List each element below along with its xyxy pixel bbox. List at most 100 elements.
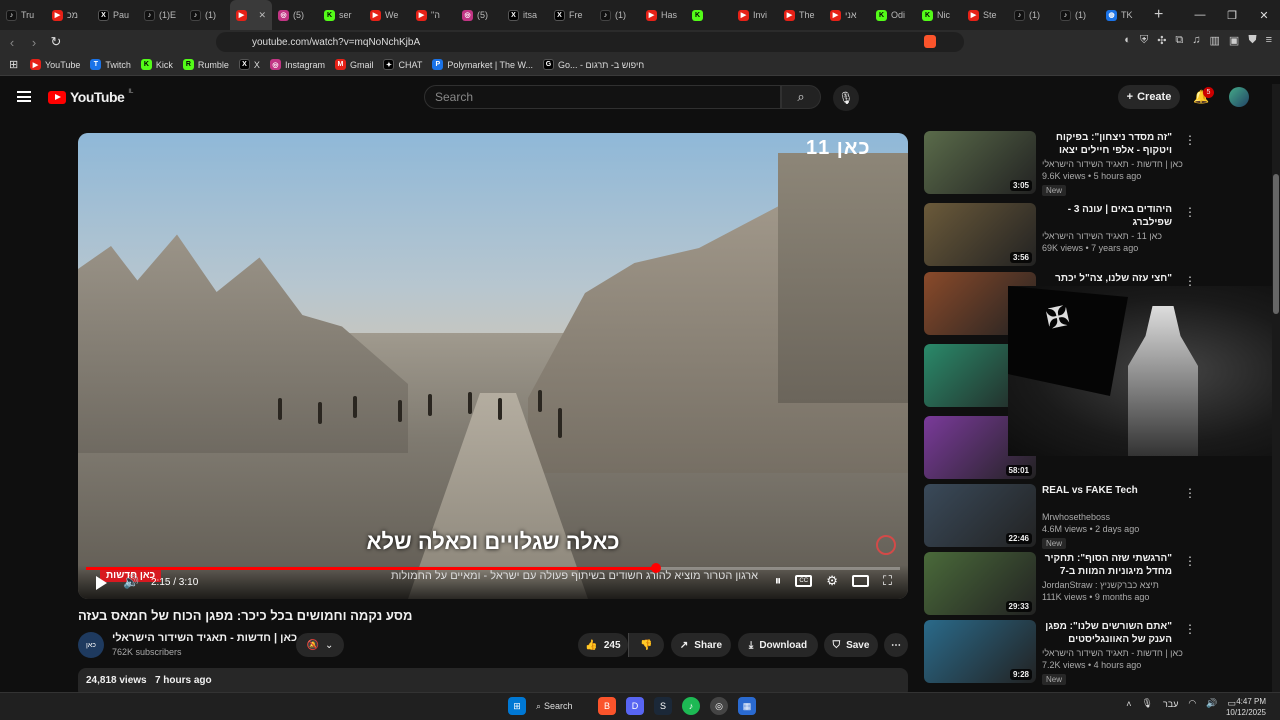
voice-search-button[interactable]: 🎙 bbox=[833, 85, 859, 111]
browser-tab[interactable]: ▶ Ste bbox=[962, 0, 1008, 30]
recommended-title[interactable]: REAL vs FAKE Tech bbox=[1042, 484, 1252, 497]
video-thumbnail[interactable]: 9:28 bbox=[924, 620, 1036, 683]
scrollbar-thumb[interactable] bbox=[1273, 174, 1279, 314]
reload-icon[interactable]: ↻ bbox=[46, 34, 66, 50]
recommended-channel[interactable]: כאן 11 - תאגיד השידור הישראלי bbox=[1042, 231, 1162, 241]
brave-shield-icon[interactable] bbox=[924, 35, 936, 48]
clock[interactable]: 4:47 PM 10/12/2025 bbox=[1226, 696, 1266, 718]
new-tab-icon[interactable]: + bbox=[1154, 6, 1163, 24]
like-button[interactable]: 👍 245 bbox=[578, 633, 628, 657]
recommended-title[interactable]: "הרגשתי שזה הסוף": תחקיר מחדל מיגוניות ה… bbox=[1042, 552, 1172, 578]
more-actions-button[interactable]: ⋯ bbox=[884, 633, 908, 657]
browser-tab[interactable]: Kser bbox=[318, 0, 364, 30]
browser-tab[interactable]: K Nic bbox=[916, 0, 962, 30]
screenshot-icon[interactable]: ⧉ bbox=[1175, 34, 1183, 47]
recommended-title[interactable]: היהודים באים | עונה 3 - שפילברג bbox=[1042, 203, 1172, 229]
brave-browser-icon[interactable]: B bbox=[598, 697, 616, 715]
browser-tab[interactable]: ♪ (1) bbox=[184, 0, 230, 30]
browser-tab[interactable]: ♪ (1) bbox=[1054, 0, 1100, 30]
more-vertical-icon[interactable]: ⋮ bbox=[1184, 622, 1196, 636]
more-vertical-icon[interactable]: ⋮ bbox=[1184, 486, 1196, 500]
download-button[interactable]: ⤓ Download bbox=[738, 633, 818, 657]
dislike-button[interactable]: 👎 bbox=[628, 633, 664, 657]
windows-start-icon[interactable]: ⊞ bbox=[508, 697, 526, 715]
wifi-icon[interactable]: ◠ bbox=[1188, 698, 1196, 709]
fullscreen-icon[interactable]: ⛶ bbox=[883, 573, 892, 589]
browser-tab[interactable]: ♪ (1) bbox=[1008, 0, 1054, 30]
discord-icon[interactable]: D bbox=[626, 697, 644, 715]
back-icon[interactable]: ‹ bbox=[2, 35, 22, 50]
channel-name[interactable]: כאן | חדשות - תאגיד השידור הישראלי bbox=[112, 632, 297, 644]
search-input[interactable]: Search bbox=[424, 85, 781, 109]
youtube-logo[interactable]: YouTube IL bbox=[48, 89, 133, 105]
browser-tab[interactable]: X Pau bbox=[92, 0, 138, 30]
spotify-icon[interactable]: ♪ bbox=[682, 697, 700, 715]
channel-avatar[interactable]: כאן bbox=[78, 632, 104, 658]
recommended-channel[interactable]: Mrwhosetheboss bbox=[1042, 512, 1110, 522]
browser-tab[interactable]: ▶ "ה bbox=[410, 0, 456, 30]
browser-tab[interactable]: ◎ (5) bbox=[456, 0, 502, 30]
bookmark-item[interactable]: XX bbox=[238, 59, 260, 70]
browser-tab[interactable]: K Odi bbox=[870, 0, 916, 30]
browser-tab[interactable]: ▶ Invi bbox=[732, 0, 778, 30]
bookmark-item[interactable]: T Twitch bbox=[90, 59, 131, 70]
bookmark-item[interactable]: G Go... - חיפוש ב- תרגום bbox=[543, 59, 644, 70]
recommended-channel[interactable]: תיצא כברקשניץ : JordanStraw bbox=[1042, 580, 1159, 590]
subscribed-button[interactable]: 🔕 ⌄ bbox=[296, 633, 344, 657]
theater-mode-icon[interactable] bbox=[851, 575, 869, 587]
recommended-video[interactable]: 22:46 REAL vs FAKE Tech ⋮ Mrwhosetheboss 4.6… bbox=[924, 484, 1264, 549]
shield-icon[interactable]: ⛨ bbox=[1140, 34, 1148, 47]
forward-icon[interactable]: › bbox=[24, 35, 44, 50]
bookmark-item[interactable]: M Gmail bbox=[334, 59, 373, 70]
vpn-icon[interactable]: ⛊ bbox=[1248, 34, 1256, 47]
close-tab-icon[interactable]: ✕ bbox=[258, 10, 266, 21]
progress-bar[interactable] bbox=[86, 563, 900, 573]
video-thumbnail[interactable]: 22:46 bbox=[924, 484, 1036, 547]
browser-tab[interactable]: ▶ The bbox=[778, 0, 824, 30]
settings-gear-icon[interactable]: ⚙ bbox=[826, 573, 838, 589]
menu-icon[interactable]: ≡ bbox=[1266, 34, 1272, 47]
subtitles-icon[interactable]: CC bbox=[795, 575, 813, 587]
mic-icon[interactable]: 🎙 bbox=[1142, 698, 1153, 709]
recommended-video[interactable]: 3:56 היהודים באים | עונה 3 - שפילברג ⋮ כאן … bbox=[924, 203, 1264, 267]
page-scrollbar[interactable] bbox=[1272, 84, 1280, 692]
browser-tab[interactable]: ◎ (5) bbox=[272, 0, 318, 30]
recommended-channel[interactable]: כאן | חדשות - תאגיד השידור הישראלי bbox=[1042, 159, 1183, 169]
browser-tab[interactable]: ▶ ✕ bbox=[230, 0, 272, 30]
restore-icon[interactable]: ❐ bbox=[1216, 0, 1248, 30]
more-vertical-icon[interactable]: ⋮ bbox=[1184, 554, 1196, 568]
taskbar-search[interactable]: ⌕ Search bbox=[536, 697, 588, 715]
photos-icon[interactable]: ▦ bbox=[738, 697, 756, 715]
puzzle-icon[interactable]: ✣ bbox=[1157, 34, 1166, 47]
apps-grid-icon[interactable]: ⊞ bbox=[9, 58, 18, 71]
bookmark-item[interactable]: ▶ YouTube bbox=[30, 59, 80, 70]
chevron-up-icon[interactable]: ˄ bbox=[1126, 699, 1131, 709]
bookmark-item[interactable]: K Kick bbox=[140, 59, 173, 70]
bookmark-item[interactable]: ◎ Instagram bbox=[269, 59, 325, 70]
wallet-icon[interactable]: ▣ bbox=[1229, 34, 1239, 47]
bookmark-item[interactable]: ✦ CHAT bbox=[383, 59, 422, 70]
browser-tab[interactable]: ◍ TK bbox=[1100, 0, 1146, 30]
minimize-icon[interactable]: — bbox=[1184, 0, 1216, 30]
close-window-icon[interactable]: ✕ bbox=[1248, 0, 1280, 30]
autoplay-icon[interactable] bbox=[876, 535, 896, 555]
progress-scrubber[interactable] bbox=[650, 563, 661, 573]
bookmark-item[interactable]: P Polymarket | The W... bbox=[432, 59, 533, 70]
browser-tab[interactable]: ▶ אני bbox=[824, 0, 870, 30]
save-button[interactable]: ⛉ Save bbox=[824, 633, 878, 657]
play-icon[interactable] bbox=[96, 576, 107, 590]
music-icon[interactable]: ♫ bbox=[1192, 34, 1200, 47]
hamburger-menu-icon[interactable] bbox=[17, 91, 31, 102]
extension-icon[interactable]: ◐ bbox=[1124, 34, 1131, 47]
recommended-video[interactable]: 29:33 "הרגשתי שזה הסוף": תחקיר מחדל מיגונ… bbox=[924, 552, 1264, 616]
video-thumbnail[interactable]: 3:56 bbox=[924, 203, 1036, 266]
browser-tab[interactable]: ▶ מכ bbox=[46, 0, 92, 30]
video-thumbnail[interactable]: 29:33 bbox=[924, 552, 1036, 615]
browser-tab[interactable]: ▶ We bbox=[364, 0, 410, 30]
url-input[interactable]: youtube.com/watch?v=mqNoNchKjbA bbox=[216, 32, 964, 52]
video-thumbnail[interactable]: 3:05 bbox=[924, 131, 1036, 194]
speaker-icon[interactable]: 🔊 bbox=[1206, 698, 1217, 709]
pause-icon[interactable]: ⏸ bbox=[775, 573, 782, 589]
more-vertical-icon[interactable]: ⋮ bbox=[1184, 205, 1196, 219]
recommended-video[interactable]: 9:28 "אתם השורשים שלנו": מפגן הענק של האו… bbox=[924, 620, 1264, 685]
